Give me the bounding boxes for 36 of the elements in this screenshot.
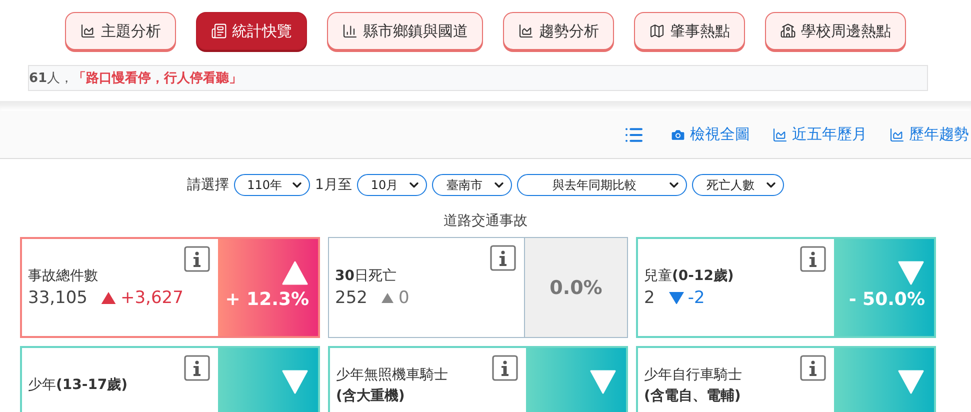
card-title: 少年(13-17歲) <box>28 376 128 395</box>
card-value: 2 <box>644 287 655 309</box>
card-title: 少年無照機車騎士 <box>336 366 448 384</box>
card-value: 252 <box>335 287 368 309</box>
nav-tab[interactable]: 縣市鄉鎮與國道 <box>327 12 483 50</box>
year-select[interactable]: 110年 <box>234 174 310 196</box>
percent-change: - 50.0% <box>848 289 925 310</box>
count-text: 61人， <box>29 70 74 87</box>
card-title: 兒童(0-12歲) <box>644 267 734 286</box>
card-change: 0 <box>381 287 410 309</box>
nav-tab[interactable]: 學校周邊熱點 <box>765 12 906 50</box>
month-select[interactable]: 10月 <box>356 174 427 196</box>
card-title: (含大重機) <box>336 386 405 406</box>
slogan-text: 「路口慢看停，行人停看聽」 <box>73 70 242 87</box>
city-select[interactable]: 臺南市 <box>432 174 512 196</box>
nav-tab[interactable]: 統計快覽 <box>196 12 307 50</box>
nav-tab[interactable]: 主題分析 <box>65 12 176 50</box>
toolbar-link[interactable]: 歷年趨勢 <box>889 125 969 144</box>
card-title: 事故總件數 <box>28 267 98 286</box>
filter-prompt: 請選擇 <box>187 176 230 194</box>
from-text: 1月至 <box>315 176 352 194</box>
toolbar-link[interactable]: 近五年歷月 <box>772 125 867 144</box>
card-title: 少年自行車騎士 <box>644 366 742 384</box>
card-value: 33,105 <box>28 287 88 309</box>
percent-change: 0.0% <box>550 276 602 298</box>
toolbar-link[interactable]: 檢視全圖 <box>670 125 750 144</box>
nav-tab[interactable]: 趨勢分析 <box>503 12 614 50</box>
card-change: +3,627 <box>101 287 184 309</box>
card-change: -2 <box>668 287 705 309</box>
nav-tab[interactable]: 肇事熱點 <box>634 12 745 50</box>
metric-select[interactable]: 死亡人數 <box>692 174 784 196</box>
card-title: (含電自、電輔) <box>644 386 741 406</box>
compare-select[interactable]: 與去年同期比較 <box>516 174 687 196</box>
percent-change: + 12.3% <box>225 289 309 310</box>
section-title: 道路交通事故 <box>442 212 528 230</box>
card-title: 30日死亡 <box>335 267 396 286</box>
